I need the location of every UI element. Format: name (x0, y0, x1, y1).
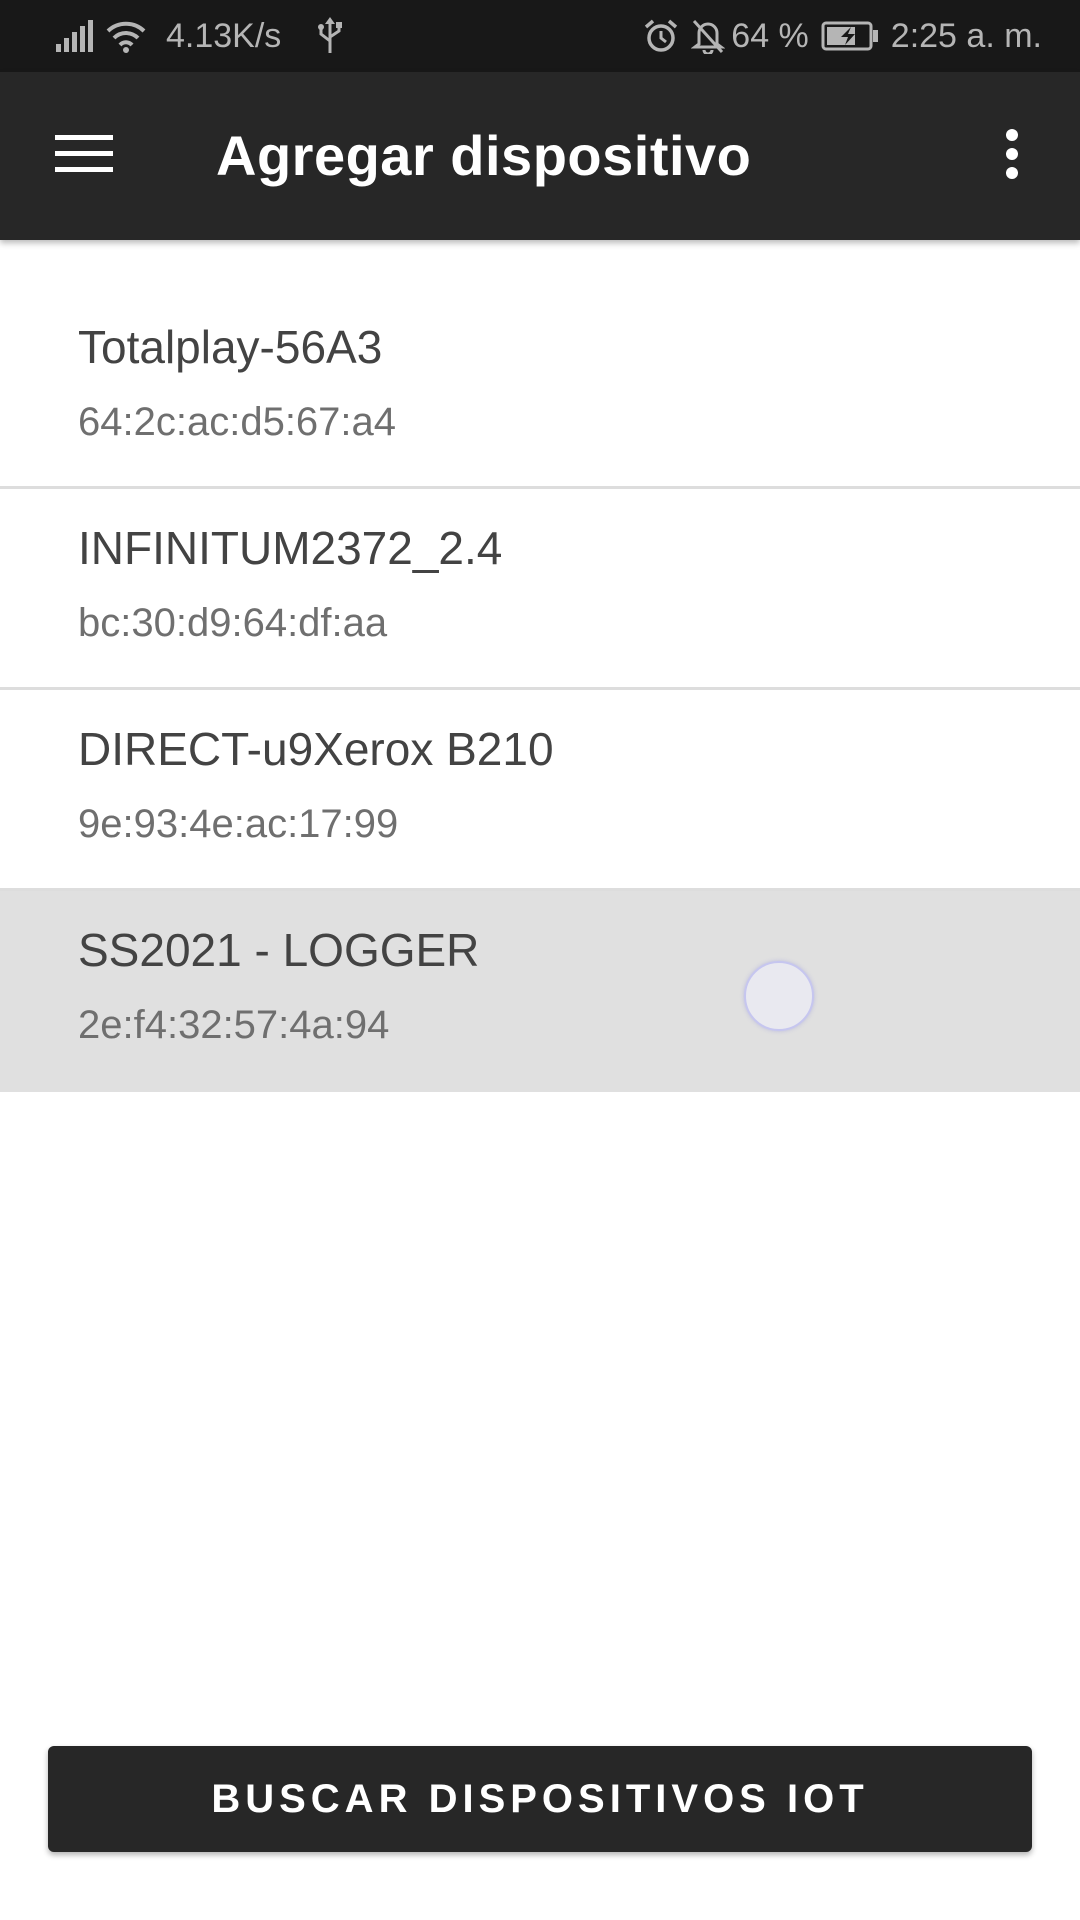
touch-indicator (744, 961, 814, 1031)
device-name: SS2021 - LOGGER (78, 924, 480, 976)
clock: 2:25 a. m. (890, 16, 1042, 55)
device-mac-address: 9e:93:4e:ac:17:99 (78, 802, 399, 846)
scan-iot-devices-button[interactable]: BUSCAR DISPOSITIVOS IOT (48, 1746, 1032, 1852)
status-bar-left: 4.13K/s (56, 0, 343, 72)
notifications-off-icon (691, 18, 726, 54)
page-title: Agregar dispositivo (216, 124, 752, 187)
device-name: DIRECT-u9Xerox B210 (78, 723, 554, 775)
overflow-menu-button[interactable] (962, 106, 1062, 206)
status-bar: 4.13K/s 64 % 2:25 a. m. (0, 0, 1080, 72)
network-speed: 4.13K/s (166, 16, 282, 55)
device-list: Totalplay-56A3 64:2c:ac:d5:67:a4 INFINIT… (0, 288, 1080, 1092)
alarm-icon (643, 18, 679, 54)
wifi-icon (106, 19, 146, 53)
device-list-item[interactable]: Totalplay-56A3 64:2c:ac:d5:67:a4 (0, 288, 1080, 489)
device-list-item-pressed[interactable]: SS2021 - LOGGER 2e:f4:32:57:4a:94 (0, 891, 1080, 1092)
device-mac-address: 2e:f4:32:57:4a:94 (78, 1003, 390, 1047)
usb-icon (317, 17, 343, 55)
device-name: Totalplay-56A3 (78, 321, 383, 373)
more-vertical-icon (1004, 128, 1020, 185)
device-list-item[interactable]: INFINITUM2372_2.4 bc:30:d9:64:df:aa (0, 489, 1080, 690)
battery-percent: 64 % (731, 16, 809, 55)
device-mac-address: bc:30:d9:64:df:aa (78, 601, 388, 645)
signal-icon (56, 20, 94, 52)
device-name: INFINITUM2372_2.4 (78, 522, 503, 574)
device-mac-address: 64:2c:ac:d5:67:a4 (78, 400, 397, 444)
app-toolbar: Agregar dispositivo (0, 72, 1080, 240)
hamburger-menu-icon (55, 133, 113, 180)
menu-button[interactable] (30, 106, 138, 206)
status-bar-right: 64 % 2:25 a. m. (643, 0, 1042, 72)
device-list-item[interactable]: DIRECT-u9Xerox B210 9e:93:4e:ac:17:99 (0, 690, 1080, 891)
battery-charging-icon (821, 21, 879, 51)
